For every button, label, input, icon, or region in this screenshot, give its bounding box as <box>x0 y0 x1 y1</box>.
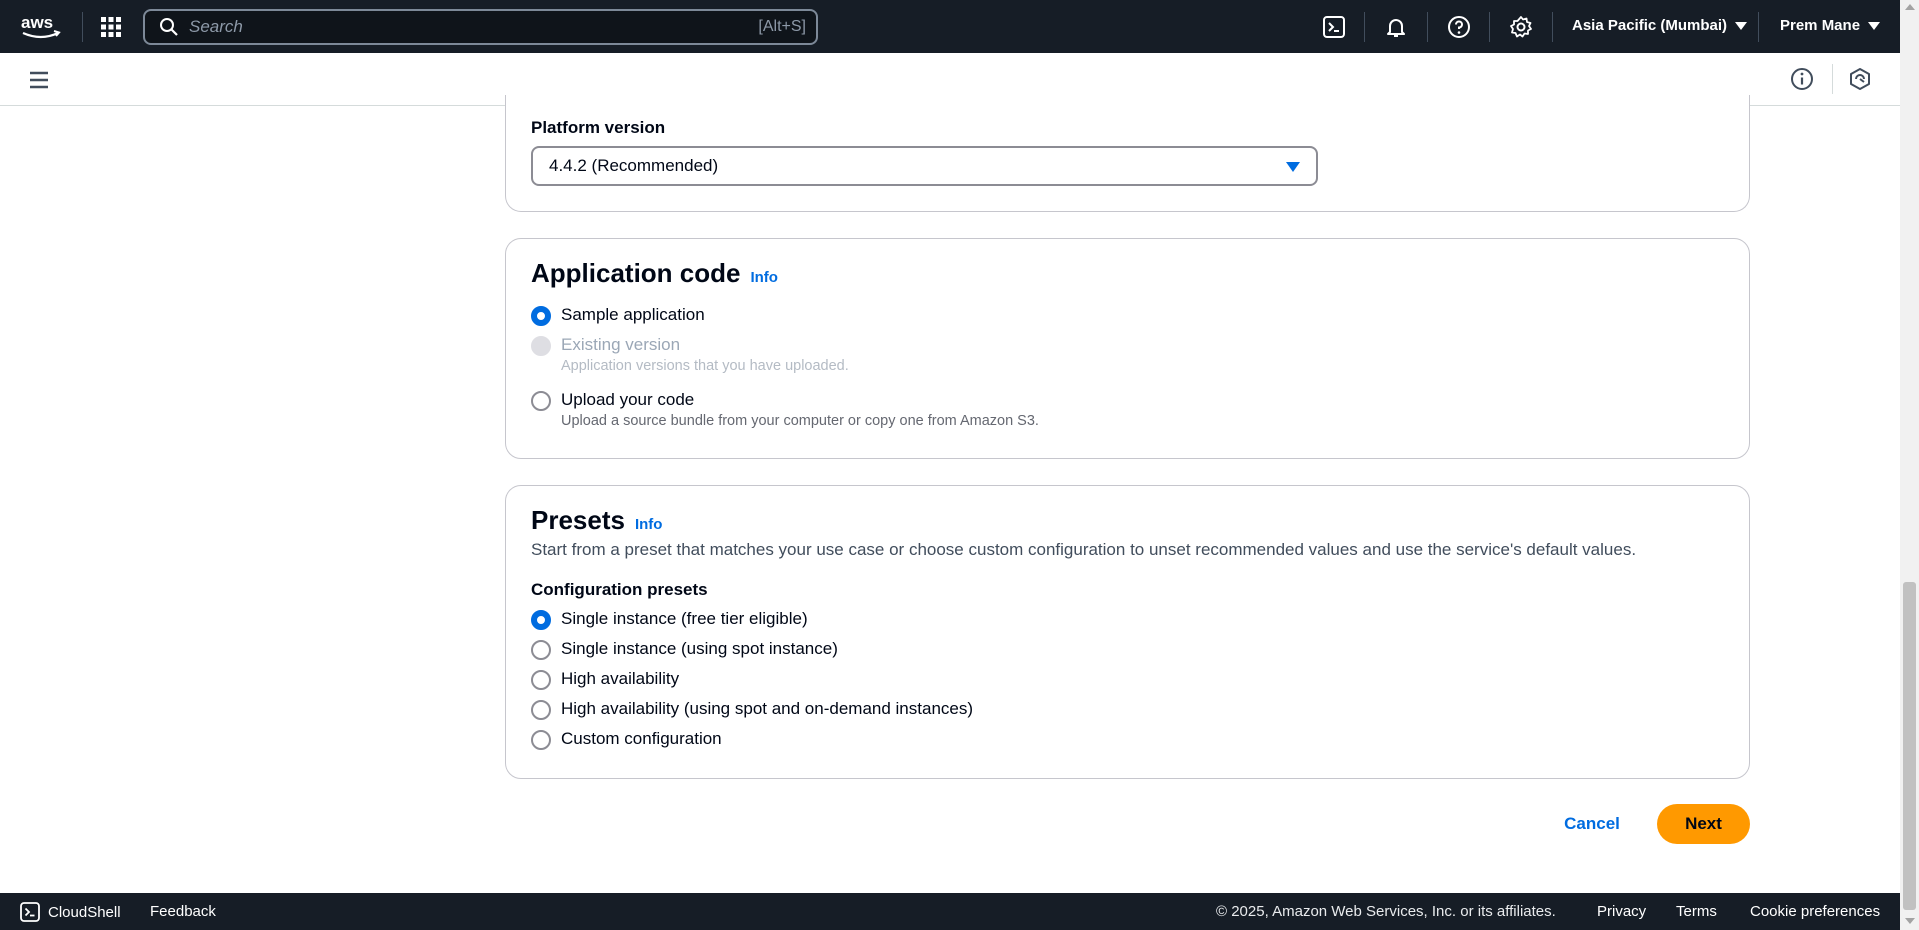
platform-version-label: Platform version <box>531 118 666 137</box>
radio-button <box>531 336 551 356</box>
cloudshell-button[interactable]: CloudShell <box>20 902 121 922</box>
feedback-link[interactable]: Feedback <box>150 903 216 920</box>
services-grid-icon[interactable] <box>100 16 122 38</box>
top-navigation: aws Search [Alt+S] Asia Pacific (Mumbai)… <box>0 0 1900 53</box>
radio-description: Upload a source bundle from your compute… <box>561 413 1039 429</box>
next-button[interactable]: Next <box>1657 804 1750 844</box>
aws-logo-icon[interactable]: aws <box>20 13 62 41</box>
preferences-icon[interactable] <box>1848 67 1872 91</box>
caret-down-icon <box>1868 21 1881 30</box>
radio-button[interactable] <box>531 391 551 411</box>
notifications-bell-icon[interactable] <box>1384 15 1408 39</box>
application-code-heading: Application code Info <box>531 258 778 289</box>
nav-divider <box>1427 12 1428 42</box>
nav-divider <box>1364 12 1365 42</box>
radio-label: Sample application <box>561 305 705 324</box>
radio-existing-version: Existing version Application versions th… <box>531 335 849 374</box>
radio-preset-single-instance[interactable]: Single instance (free tier eligible) <box>531 609 808 630</box>
presets-info-link[interactable]: Info <box>635 516 663 533</box>
radio-description: Application versions that you have uploa… <box>561 358 849 374</box>
application-code-info-link[interactable]: Info <box>750 269 778 286</box>
radio-preset-high-availability[interactable]: High availability <box>531 669 679 690</box>
radio-button[interactable] <box>531 306 551 326</box>
radio-button[interactable] <box>531 610 551 630</box>
privacy-link[interactable]: Privacy <box>1597 903 1646 920</box>
cloudshell-icon <box>20 902 40 922</box>
radio-upload-your-code[interactable]: Upload your code Upload a source bundle … <box>531 390 1039 429</box>
sub-header-divider <box>1832 64 1833 94</box>
presets-heading: Presets Info <box>531 505 662 536</box>
region-label: Asia Pacific (Mumbai) <box>1572 17 1728 34</box>
cloudshell-icon[interactable] <box>1322 15 1346 39</box>
search-input[interactable]: Search [Alt+S] <box>143 9 818 45</box>
nav-divider <box>1552 12 1553 42</box>
nav-divider <box>82 12 83 42</box>
platform-version-value: 4.4.2 (Recommended) <box>549 156 719 175</box>
presets-description: Start from a preset that matches your us… <box>531 540 1637 559</box>
info-panel-icon[interactable] <box>1790 67 1814 91</box>
terms-link[interactable]: Terms <box>1676 903 1717 920</box>
user-name: Prem Mane <box>1780 17 1861 34</box>
footer: CloudShell Feedback © 2025, Amazon Web S… <box>0 893 1900 930</box>
svg-text:aws: aws <box>21 13 53 32</box>
radio-preset-custom-configuration[interactable]: Custom configuration <box>531 729 722 750</box>
configuration-presets-label: Configuration presets <box>531 580 708 599</box>
radio-label: High availability <box>561 669 680 688</box>
radio-label: Single instance (using spot instance) <box>561 639 838 658</box>
search-shortcut: [Alt+S] <box>758 18 806 35</box>
cookie-preferences-link[interactable]: Cookie preferences <box>1750 903 1880 920</box>
radio-button[interactable] <box>531 670 551 690</box>
radio-label: Upload your code <box>561 390 695 409</box>
caret-down-icon <box>1735 21 1748 30</box>
radio-button[interactable] <box>531 640 551 660</box>
radio-sample-application[interactable]: Sample application <box>531 305 705 326</box>
scroll-down-arrow-icon[interactable] <box>1905 918 1915 924</box>
presets-title: Presets <box>531 505 625 535</box>
nav-divider <box>1758 12 1759 42</box>
settings-gear-icon[interactable] <box>1509 15 1533 39</box>
search-icon <box>160 18 178 36</box>
radio-label: High availability (using spot and on-dem… <box>561 699 974 718</box>
radio-button[interactable] <box>531 700 551 720</box>
radio-label: Custom configuration <box>561 729 722 748</box>
radio-preset-single-instance-spot[interactable]: Single instance (using spot instance) <box>531 639 838 660</box>
radio-label: Single instance (free tier eligible) <box>561 609 808 628</box>
radio-preset-high-availability-spot[interactable]: High availability (using spot and on-dem… <box>531 699 973 720</box>
region-selector[interactable]: Asia Pacific (Mumbai) <box>1572 17 1748 34</box>
user-menu[interactable]: Prem Mane <box>1780 17 1881 34</box>
cancel-button[interactable]: Cancel <box>1550 805 1634 843</box>
scroll-thumb[interactable] <box>1903 582 1916 910</box>
scroll-up-arrow-icon[interactable] <box>1905 4 1915 10</box>
application-code-title: Application code <box>531 258 741 288</box>
nav-divider <box>1489 12 1490 42</box>
radio-label: Existing version <box>561 335 681 354</box>
caret-down-icon <box>1286 162 1300 172</box>
cloudshell-label: CloudShell <box>48 903 121 921</box>
hamburger-menu-icon[interactable] <box>28 69 50 91</box>
radio-button[interactable] <box>531 730 551 750</box>
copyright-text: © 2025, Amazon Web Services, Inc. or its… <box>1216 903 1556 920</box>
search-placeholder: Search <box>189 17 243 36</box>
page-scrollbar[interactable] <box>1900 0 1919 930</box>
help-icon[interactable] <box>1447 15 1471 39</box>
platform-version-select[interactable]: 4.4.2 (Recommended) <box>531 146 1318 186</box>
